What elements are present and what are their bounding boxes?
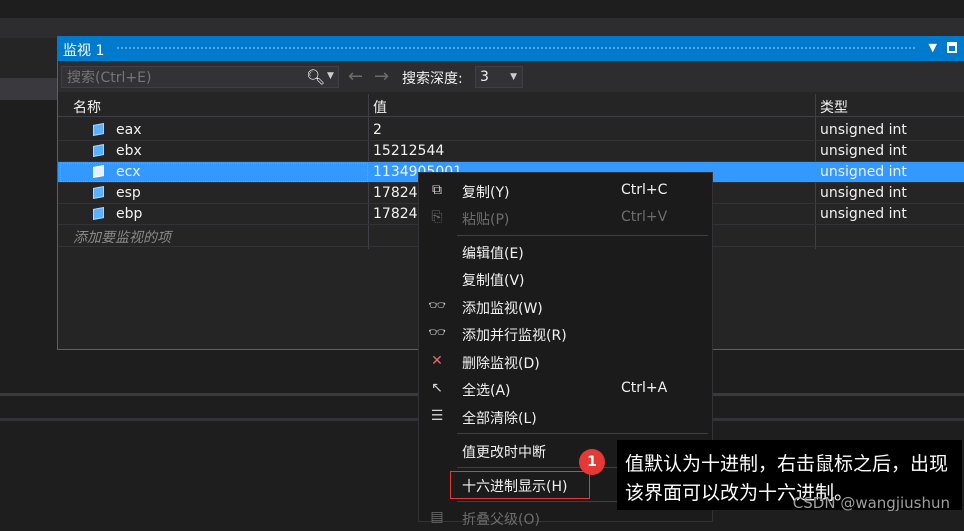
menu-item-label: 值更改时中断	[462, 445, 546, 461]
row-type: unsigned int	[820, 122, 907, 138]
menu-item-label: 添加并行监视(R)	[462, 328, 567, 344]
ide-tab-band	[0, 18, 964, 38]
column-type-header[interactable]: 类型	[820, 97, 848, 117]
left-panel-edge	[0, 38, 57, 78]
menu-item-shortcut: Ctrl+V	[621, 209, 668, 225]
pin-icon[interactable]	[947, 42, 957, 53]
copy-icon: ⧉	[432, 182, 442, 198]
column-header: 名称 值 类型	[58, 94, 964, 117]
menu-separator	[457, 433, 708, 434]
search-depth-label: 搜索深度:	[402, 71, 463, 87]
menu-item-label: 添加监视(W)	[462, 301, 543, 317]
row-name: eax	[116, 122, 142, 138]
menu-item-select-all[interactable]: ↖ 全选(A) Ctrl+A	[419, 376, 712, 402]
search-input[interactable]	[65, 69, 299, 87]
search-icon[interactable]: 🔍︎	[306, 68, 325, 86]
menu-item-shortcut: Ctrl+C	[621, 182, 668, 198]
column-value-header[interactable]: 值	[373, 97, 387, 117]
left-panel-edge-row	[0, 78, 57, 100]
menu-item-label: 删除监视(D)	[462, 356, 540, 372]
menu-item-edit-value[interactable]: 编辑值(E)	[419, 239, 712, 265]
hex-highlight-box	[450, 471, 590, 499]
add-watch-placeholder[interactable]: 添加要监视的项	[73, 227, 171, 247]
menu-item-paste[interactable]: ⎘ 粘贴(P) Ctrl+V	[419, 205, 712, 231]
ide-top-bar	[0, 0, 964, 18]
menu-item-label: 折叠父级(O)	[462, 512, 540, 528]
search-depth-value: 3	[480, 69, 489, 85]
menu-item-copy[interactable]: ⧉ 复制(Y) Ctrl+C	[419, 178, 712, 204]
variable-icon	[93, 207, 104, 220]
menu-item-label: 全选(A)	[462, 383, 511, 399]
row-name: ebp	[116, 206, 143, 222]
column-name-header[interactable]: 名称	[73, 97, 101, 117]
menu-item-delete-watch[interactable]: ✕ 删除监视(D)	[419, 349, 712, 375]
watch-title: 监视 1	[63, 43, 105, 59]
search-forward-arrow-icon[interactable]: →	[374, 66, 389, 87]
menu-item-label: 复制值(V)	[462, 273, 525, 289]
clear-all-icon: ☰	[430, 408, 444, 424]
menu-item-clear-all[interactable]: ☰ 全部清除(L)	[419, 404, 712, 430]
variable-icon	[93, 186, 104, 199]
row-type: unsigned int	[820, 164, 907, 180]
menu-item-label: 复制(Y)	[462, 185, 510, 201]
chevron-down-icon: ▼	[510, 72, 517, 82]
window-dropdown-icon[interactable]: ▼	[929, 41, 937, 54]
menu-item-shortcut: Ctrl+A	[621, 380, 668, 396]
row-name: ecx	[116, 164, 141, 180]
select-all-icon: ↖	[431, 380, 443, 396]
table-row[interactable]: ebx 15212544 unsigned int	[58, 141, 964, 162]
glasses-icon: 👓︎	[428, 325, 446, 341]
focus-outline	[60, 163, 368, 182]
paste-icon: ⎘	[431, 209, 443, 225]
menu-item-label: 全部清除(L)	[462, 411, 537, 427]
menu-item-add-watch[interactable]: 👓︎ 添加监视(W)	[419, 294, 712, 320]
delete-watch-icon: ✕	[431, 353, 443, 369]
row-name: esp	[116, 185, 141, 201]
collapse-icon: ▤	[430, 509, 444, 525]
step-badge: 1	[579, 449, 605, 475]
search-options-chevron-icon[interactable]: ▼	[327, 71, 334, 81]
row-name: ebx	[116, 143, 142, 159]
menu-item-label: 编辑值(E)	[462, 246, 524, 262]
row-value[interactable]: 2	[373, 122, 382, 138]
watch-title-bar[interactable]: 监视 1 ▼	[58, 37, 964, 61]
menu-item-label: 粘贴(P)	[462, 212, 510, 228]
row-type: unsigned int	[820, 185, 907, 201]
table-row[interactable]: eax 2 unsigned int	[58, 120, 964, 141]
row-type: unsigned int	[820, 143, 907, 159]
menu-separator	[457, 235, 708, 236]
search-box[interactable]: 🔍︎ ▼	[61, 66, 339, 88]
variable-icon	[93, 165, 104, 178]
menu-item-copy-value[interactable]: 复制值(V)	[419, 266, 712, 292]
title-grip[interactable]	[116, 46, 917, 51]
variable-icon	[93, 144, 104, 157]
menu-item-add-parallel-watch[interactable]: 👓︎ 添加并行监视(R)	[419, 321, 712, 347]
search-depth-select[interactable]: 3 ▼	[475, 66, 523, 88]
row-type: unsigned int	[820, 206, 907, 222]
watermark: CSDN @wangjiushun	[792, 494, 950, 512]
watch-toolbar: 🔍︎ ▼ ← → 搜索深度: 3 ▼	[58, 62, 964, 92]
search-back-arrow-icon[interactable]: ←	[348, 66, 363, 87]
glasses-icon: 👓︎	[428, 298, 446, 314]
variable-icon	[93, 123, 104, 136]
row-value[interactable]: 15212544	[373, 143, 444, 159]
